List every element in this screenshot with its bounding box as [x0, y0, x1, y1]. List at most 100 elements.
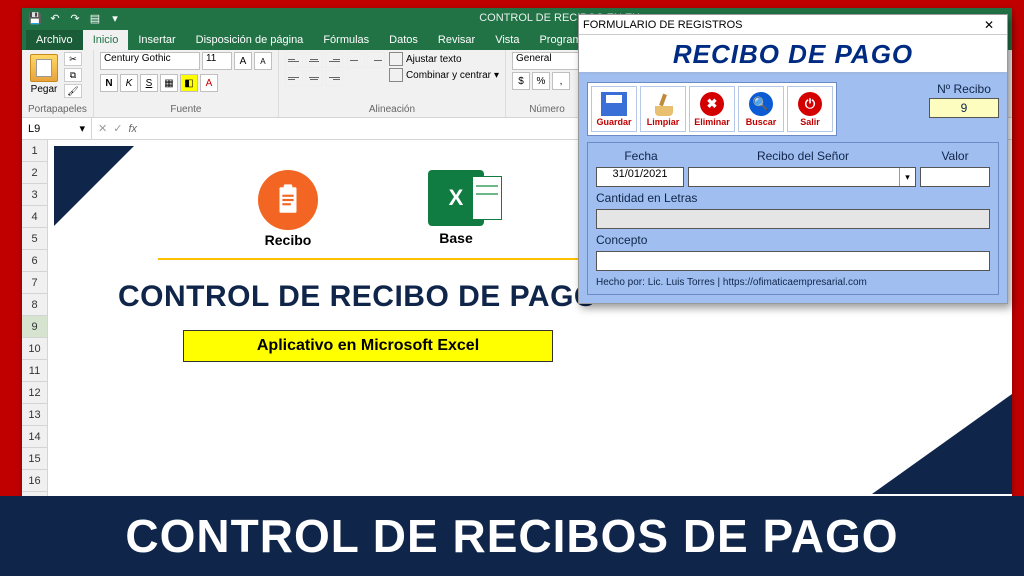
form-titlebar[interactable]: FORMULARIO DE REGISTROS ✕ — [579, 15, 1007, 35]
row-6[interactable]: 6 — [22, 250, 47, 272]
recibo-number-label: Nº Recibo — [937, 82, 991, 96]
guardar-button[interactable]: Guardar — [591, 86, 637, 132]
row-4[interactable]: 4 — [22, 206, 47, 228]
row-13[interactable]: 13 — [22, 404, 47, 426]
buscar-button[interactable]: 🔍 Buscar — [738, 86, 784, 132]
bold-button[interactable]: N — [100, 74, 118, 92]
group-font: Century Gothic 11 A A N K S ▦ ◧ A Fuente — [94, 50, 279, 117]
font-color-icon[interactable]: A — [200, 74, 218, 92]
tab-insert[interactable]: Insertar — [128, 30, 185, 50]
decrease-indent-icon[interactable] — [347, 52, 365, 68]
tab-data[interactable]: Datos — [379, 30, 428, 50]
merge-center-button[interactable]: Combinar y centrar ▾ — [389, 68, 499, 82]
concepto-label: Concepto — [596, 233, 990, 247]
broom-icon — [651, 92, 675, 116]
tab-home[interactable]: Inicio — [83, 30, 129, 50]
recibo-number-box: Nº Recibo 9 — [929, 82, 999, 118]
comma-format-icon[interactable]: , — [552, 72, 570, 90]
row-11[interactable]: 11 — [22, 360, 47, 382]
group-clipboard: Pegar ✂ ⧉ 🖌 Portapapeles — [22, 50, 94, 117]
redo-icon[interactable]: ↷ — [68, 11, 82, 25]
sheet-icon — [472, 176, 502, 220]
form-body: Guardar Limpiar ✖ Eliminar 🔍 Buscar ⏻ Sa… — [579, 74, 1007, 303]
group-alignment: Ajustar texto Combinar y centrar ▾ Aline… — [279, 50, 506, 117]
form-toolbar: Guardar Limpiar ✖ Eliminar 🔍 Buscar ⏻ Sa… — [587, 82, 837, 136]
copy-icon[interactable]: ⧉ — [64, 68, 82, 82]
decorative-triangle-tl — [54, 146, 134, 226]
limpiar-button[interactable]: Limpiar — [640, 86, 686, 132]
valor-input[interactable] — [920, 167, 990, 187]
paste-icon — [30, 54, 58, 82]
cut-icon[interactable]: ✂ — [64, 52, 82, 66]
base-launcher[interactable]: X Base — [428, 170, 484, 246]
row-7[interactable]: 7 — [22, 272, 47, 294]
salir-label: Salir — [800, 117, 820, 127]
close-icon[interactable]: ✕ — [975, 17, 1003, 33]
paste-button[interactable]: Pegar — [28, 52, 60, 97]
wrap-text-label: Ajustar texto — [406, 54, 462, 65]
row-3[interactable]: 3 — [22, 184, 47, 206]
wrap-text-icon — [389, 52, 403, 66]
delete-icon: ✖ — [700, 92, 724, 116]
chevron-down-icon[interactable]: ▾ — [899, 168, 915, 186]
chevron-down-icon[interactable]: ▾ — [108, 11, 122, 25]
new-icon[interactable]: ▤ — [88, 11, 102, 25]
font-name-select[interactable]: Century Gothic — [100, 52, 200, 70]
row-15[interactable]: 15 — [22, 448, 47, 470]
row-1[interactable]: 1 — [22, 140, 47, 162]
senor-combobox[interactable]: ▾ — [688, 167, 916, 187]
row-5[interactable]: 5 — [22, 228, 47, 250]
power-icon: ⏻ — [798, 92, 822, 116]
cantidad-label: Cantidad en Letras — [596, 191, 990, 205]
increase-indent-icon[interactable] — [367, 52, 385, 68]
save-icon[interactable]: 💾 — [28, 11, 42, 25]
number-format-select[interactable]: General — [512, 52, 582, 70]
row-8[interactable]: 8 — [22, 294, 47, 316]
undo-icon[interactable]: ↶ — [48, 11, 62, 25]
percent-format-icon[interactable]: % — [532, 72, 550, 90]
underline-button[interactable]: S — [140, 74, 158, 92]
decorative-triangle-br — [872, 394, 1012, 494]
fecha-input[interactable]: 31/01/2021 — [596, 167, 684, 187]
row-10[interactable]: 10 — [22, 338, 47, 360]
row-9[interactable]: 9 — [22, 316, 47, 338]
format-painter-icon[interactable]: 🖌 — [64, 84, 82, 98]
decrease-font-icon[interactable]: A — [254, 52, 272, 70]
merge-label: Combinar y centrar — [406, 70, 491, 81]
tab-view[interactable]: Vista — [485, 30, 529, 50]
italic-button[interactable]: K — [120, 74, 138, 92]
clipboard-icon — [258, 170, 318, 230]
tab-file[interactable]: Archivo — [26, 30, 83, 50]
enter-icon[interactable]: ✓ — [113, 122, 122, 135]
tab-formulas[interactable]: Fórmulas — [313, 30, 379, 50]
eliminar-label: Eliminar — [694, 117, 730, 127]
row-16[interactable]: 16 — [22, 470, 47, 492]
form-window-title: FORMULARIO DE REGISTROS — [583, 19, 743, 31]
increase-font-icon[interactable]: A — [234, 52, 252, 70]
name-box[interactable]: L9▾ — [22, 118, 92, 139]
separator-line — [158, 258, 588, 260]
fill-color-icon[interactable]: ◧ — [180, 74, 198, 92]
alignment-grid[interactable] — [285, 52, 343, 86]
borders-icon[interactable]: ▦ — [160, 74, 178, 92]
font-size-select[interactable]: 11 — [202, 52, 232, 70]
sheet-subtitle: Aplicativo en Microsoft Excel — [257, 337, 479, 355]
recibo-launcher[interactable]: Recibo — [258, 170, 318, 248]
row-14[interactable]: 14 — [22, 426, 47, 448]
row-12[interactable]: 12 — [22, 382, 47, 404]
search-icon: 🔍 — [749, 92, 773, 116]
senor-label: Recibo del Señor — [686, 149, 920, 163]
fx-icon[interactable]: fx — [128, 123, 137, 135]
eliminar-button[interactable]: ✖ Eliminar — [689, 86, 735, 132]
cancel-icon[interactable]: ✕ — [98, 122, 107, 135]
wrap-text-button[interactable]: Ajustar texto — [389, 52, 499, 66]
accounting-format-icon[interactable]: $ — [512, 72, 530, 90]
row-2[interactable]: 2 — [22, 162, 47, 184]
salir-button[interactable]: ⏻ Salir — [787, 86, 833, 132]
tab-review[interactable]: Revisar — [428, 30, 485, 50]
concepto-input[interactable] — [596, 251, 990, 271]
buscar-label: Buscar — [746, 117, 777, 127]
tab-page-layout[interactable]: Disposición de página — [186, 30, 314, 50]
cantidad-input[interactable] — [596, 209, 990, 229]
chevron-down-icon: ▾ — [79, 122, 85, 135]
